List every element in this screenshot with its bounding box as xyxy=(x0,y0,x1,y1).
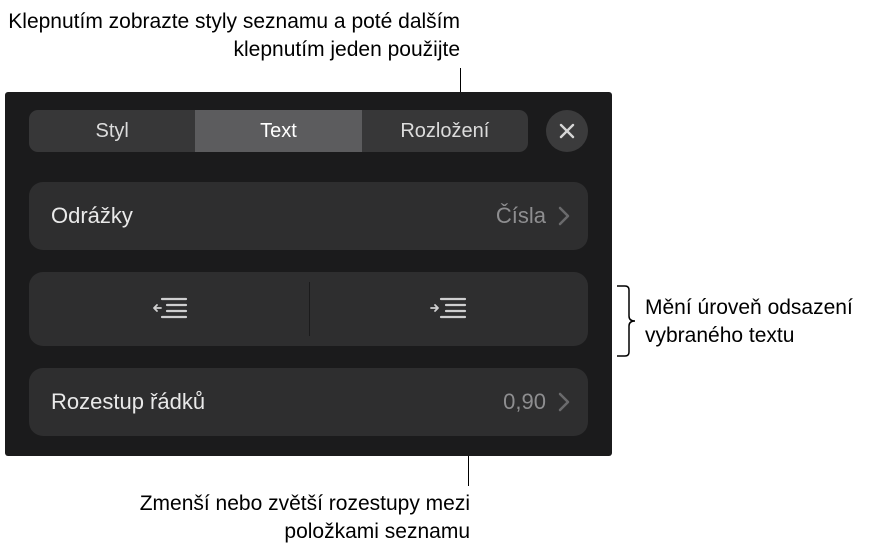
decrease-indent-button[interactable] xyxy=(29,272,309,346)
close-icon xyxy=(558,122,576,140)
decrease-indent-icon xyxy=(150,295,188,323)
callout-indent-level: Mění úroveň odsazení vybraného textu xyxy=(645,294,880,351)
line-spacing-value: 0,90 xyxy=(503,389,546,415)
bullets-label: Odrážky xyxy=(51,203,496,229)
bullets-row[interactable]: Odrážky Čísla xyxy=(29,182,588,250)
callout-line-spacing: Zmenší nebo zvětší rozestupy mezi položk… xyxy=(40,490,470,547)
increase-indent-button[interactable] xyxy=(309,272,589,346)
bullets-value: Čísla xyxy=(496,203,546,229)
callout-list-styles: Klepnutím zobrazte styly seznamu a poté … xyxy=(0,8,460,65)
tab-layout[interactable]: Rozložení xyxy=(362,110,528,152)
panel-header: Styl Text Rozložení xyxy=(5,92,612,160)
chevron-right-icon xyxy=(558,392,570,412)
indent-divider xyxy=(309,282,310,336)
increase-indent-icon xyxy=(429,295,467,323)
callout-bracket xyxy=(617,284,637,358)
format-tabs: Styl Text Rozložení xyxy=(29,110,528,152)
panel-rows: Odrážky Čísla xyxy=(5,160,612,436)
format-panel: Styl Text Rozložení Odrážky Čísla xyxy=(5,92,612,456)
line-spacing-label: Rozestup řádků xyxy=(51,389,503,415)
close-button[interactable] xyxy=(546,110,588,152)
tab-style[interactable]: Styl xyxy=(29,110,195,152)
indent-controls xyxy=(29,272,588,346)
line-spacing-row[interactable]: Rozestup řádků 0,90 xyxy=(29,368,588,436)
chevron-right-icon xyxy=(558,206,570,226)
tab-text[interactable]: Text xyxy=(195,110,361,152)
